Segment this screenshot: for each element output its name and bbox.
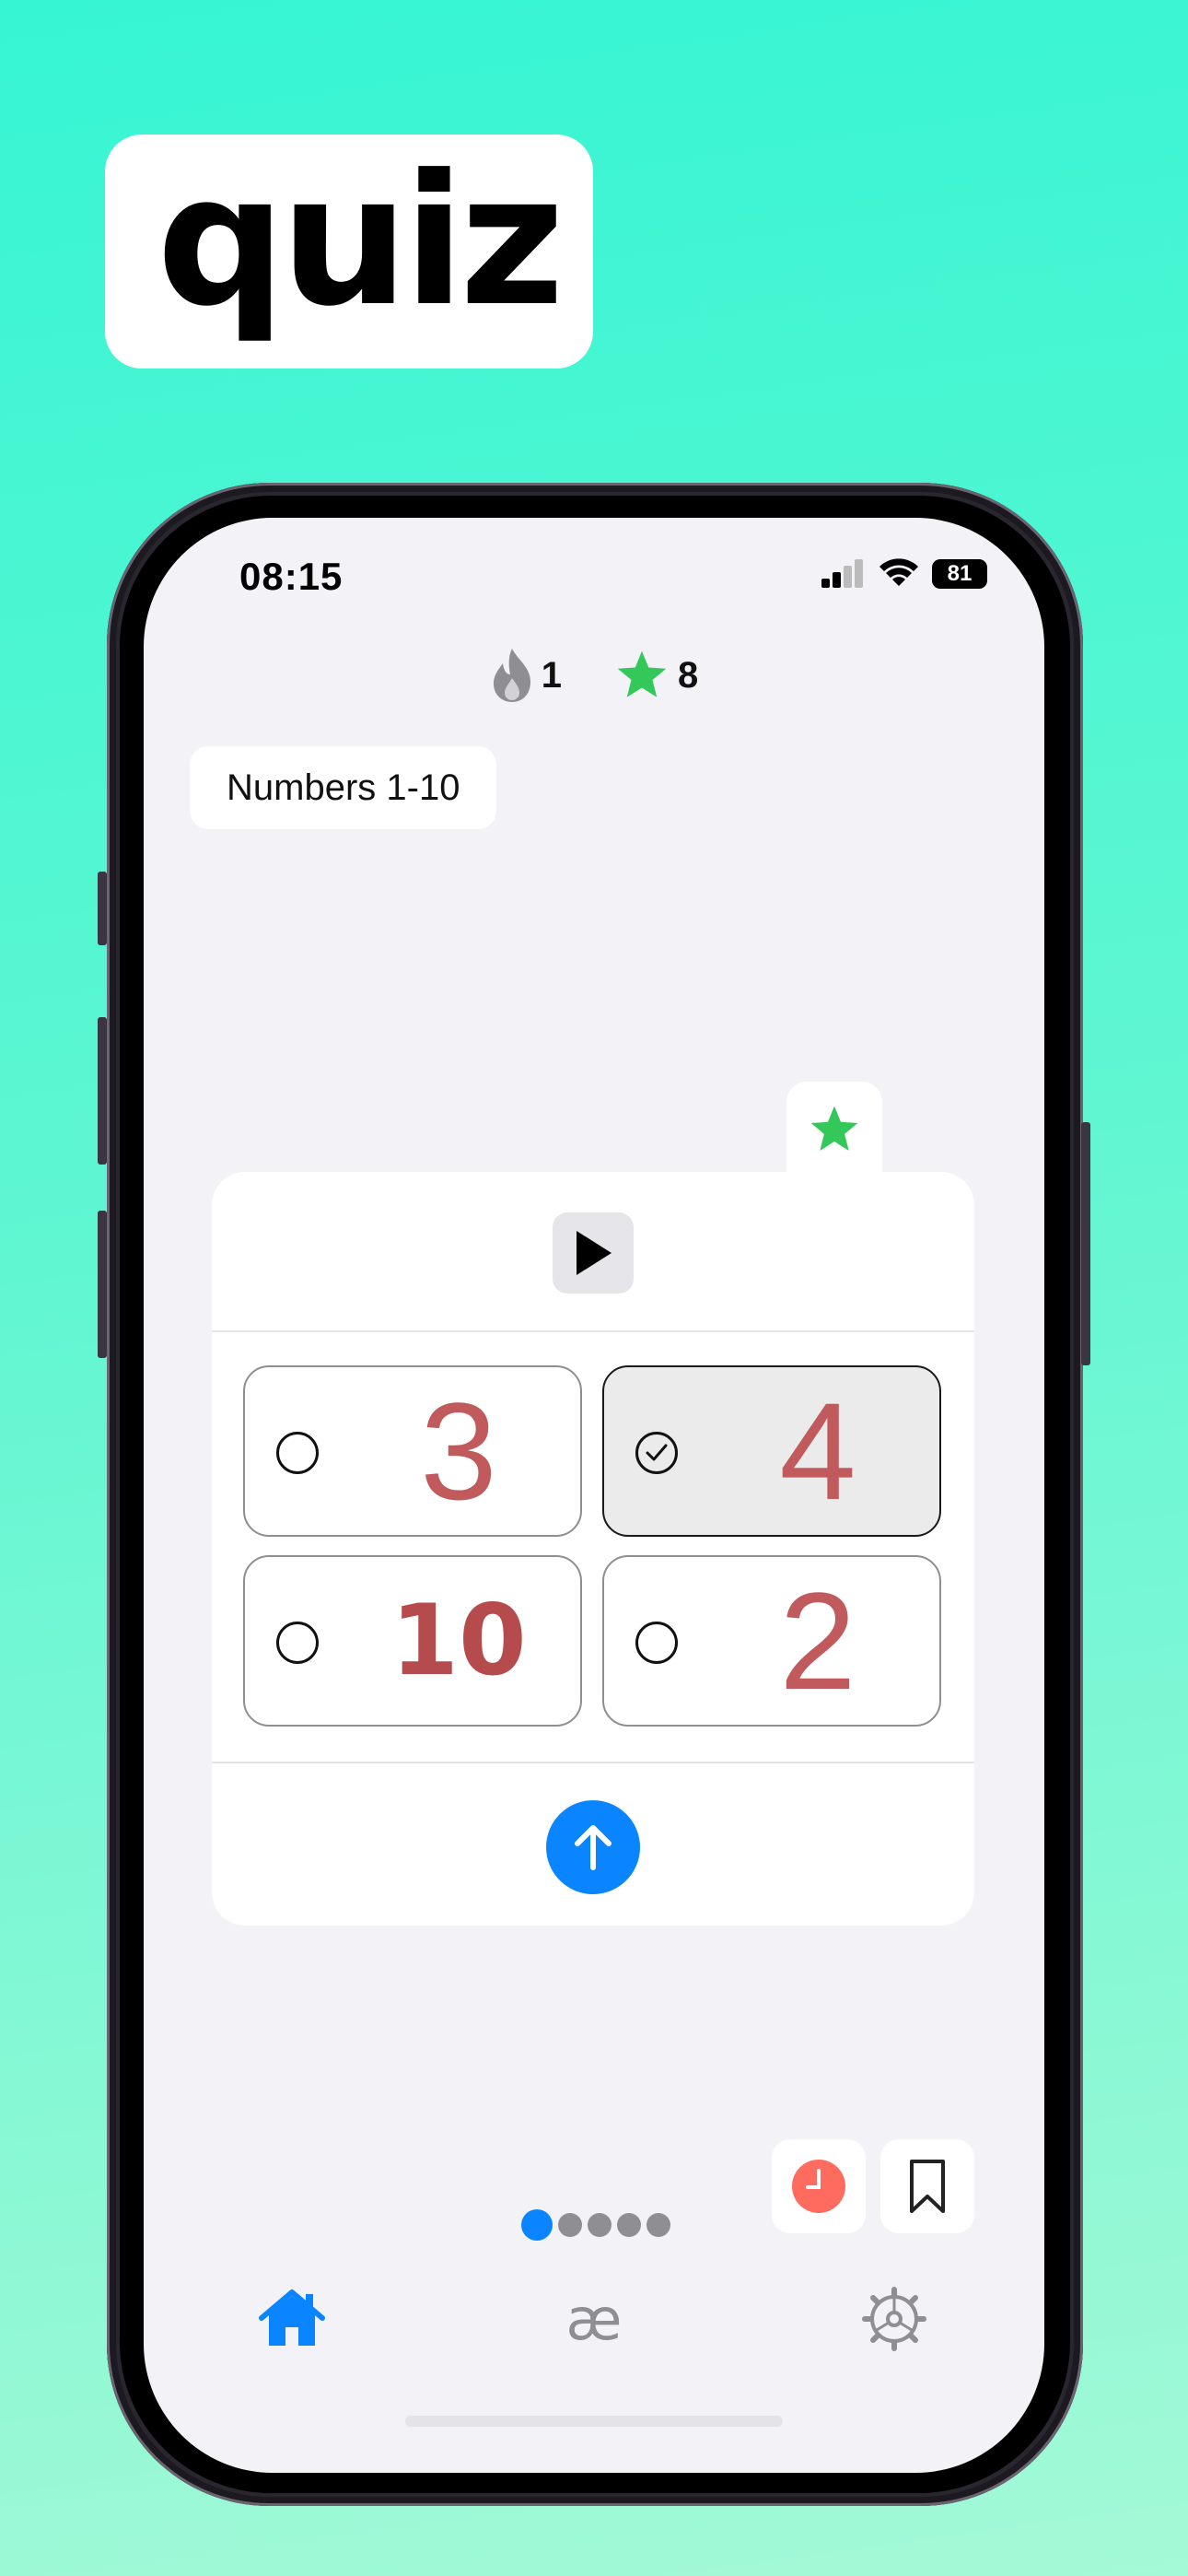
answer-option-label: 2	[779, 1563, 856, 1718]
phone-power-button	[1081, 1122, 1090, 1365]
answer-option-1[interactable]: 3	[243, 1365, 582, 1537]
page-indicator[interactable]	[521, 2209, 670, 2241]
status-time: 08:15	[239, 555, 344, 598]
quiz-card: 3 4 10 2	[212, 1172, 974, 1926]
cellular-signal-icon	[821, 559, 863, 588]
tab-alphabet[interactable]: æ	[553, 2277, 635, 2360]
tab-home[interactable]	[250, 2277, 333, 2360]
answer-option-label: 3	[420, 1374, 497, 1528]
deck-selector[interactable]: Numbers 1-10	[190, 746, 497, 829]
answer-option-4[interactable]: 2	[602, 1555, 941, 1727]
checkmark-icon	[646, 1444, 668, 1461]
phone-volume-down-button	[98, 1211, 107, 1358]
deck-name: Numbers 1-10	[227, 767, 460, 808]
page-dot-2[interactable]	[558, 2213, 582, 2237]
tab-settings[interactable]	[853, 2277, 936, 2360]
phone-action-button	[98, 872, 107, 945]
flame-icon	[493, 649, 530, 702]
tab-bar: æ	[144, 2277, 1044, 2370]
submit-answer-button[interactable]	[546, 1800, 640, 1894]
clock-icon	[792, 2160, 845, 2213]
stars-count: 8	[678, 654, 699, 696]
page-dot-5[interactable]	[646, 2213, 670, 2237]
app-screen: 08:15 81 1 8 Numbers 1-10 3 4 10 2 æ	[144, 518, 1044, 2473]
promo-title: quiz	[157, 136, 565, 346]
home-indicator	[405, 2416, 783, 2427]
answer-option-label: 4	[779, 1374, 856, 1528]
promo-title-label: quiz	[105, 135, 593, 369]
radio-unchecked-icon	[276, 1622, 319, 1664]
card-divider-bottom	[212, 1762, 974, 1763]
play-icon	[577, 1231, 611, 1275]
house-icon	[259, 2289, 325, 2346]
page-dot-3[interactable]	[588, 2213, 611, 2237]
battery-indicator: 81	[932, 559, 987, 589]
streak-stat: 1	[490, 647, 562, 704]
stars-stat: 8	[613, 647, 698, 704]
star-icon	[617, 650, 667, 697]
bookmark-icon	[910, 2160, 945, 2213]
battery-level: 81	[947, 561, 973, 586]
history-button[interactable]	[772, 2139, 866, 2233]
status-icons: 81	[820, 558, 987, 590]
play-audio-button[interactable]	[553, 1212, 634, 1294]
star-icon	[810, 1106, 858, 1151]
bookmark-button[interactable]	[880, 2139, 974, 2233]
page-dot-4[interactable]	[617, 2213, 641, 2237]
wifi-icon	[879, 558, 918, 586]
alphabet-label: æ	[565, 2285, 623, 2353]
arrow-up-icon	[575, 1825, 611, 1870]
phone-volume-up-button	[98, 1017, 107, 1165]
card-divider-top	[212, 1330, 974, 1332]
answer-option-2[interactable]: 4	[602, 1365, 941, 1537]
stats-row: 1 8	[144, 647, 1044, 704]
answer-option-3[interactable]: 10	[243, 1555, 582, 1727]
gear-icon	[862, 2287, 926, 2351]
page-dot-1[interactable]	[521, 2209, 553, 2241]
radio-unchecked-icon	[276, 1432, 319, 1474]
radio-unchecked-icon	[635, 1622, 678, 1664]
streak-count: 1	[541, 654, 562, 696]
answer-option-label: 10	[390, 1584, 527, 1697]
radio-checked-icon	[635, 1432, 678, 1474]
favorite-star-button[interactable]	[786, 1082, 882, 1177]
